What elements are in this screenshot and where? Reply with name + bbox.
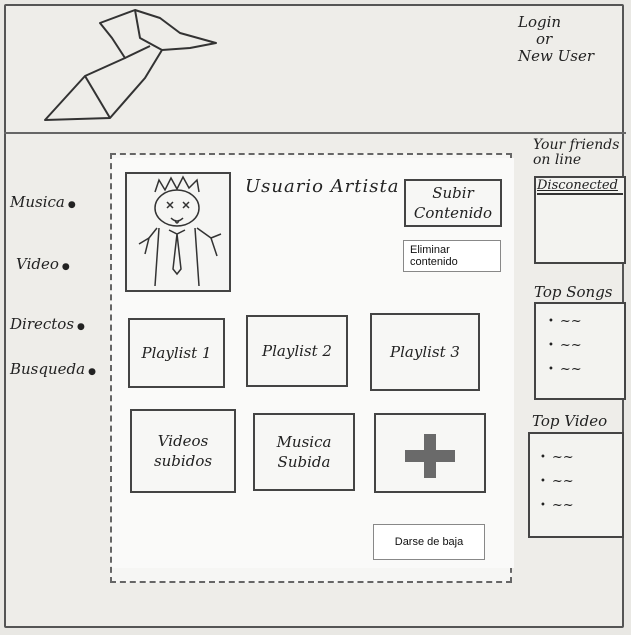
delete-content-button[interactable]: Eliminar contenido [403,240,501,272]
login-link[interactable]: Login [518,14,618,31]
upload-content-label: Subir Contenido [413,184,493,222]
nav-item-video[interactable]: Video ● [16,255,112,273]
tile-label: Musica Subida [276,433,332,471]
nav-item-directos[interactable]: Directos ● [10,315,106,333]
list-item[interactable]: • ~~ [540,470,574,494]
nav-item-label: Video [16,255,59,273]
top-songs-title: Top Songs [534,283,613,301]
list-item[interactable]: • ~~ [548,334,582,358]
list-item[interactable]: • ~~ [540,446,574,470]
scribble-text: ~~ [559,314,582,329]
header-divider [4,132,626,134]
scribble-text: ~~ [559,338,582,353]
list-item[interactable]: • ~~ [540,494,574,518]
scribble-text: ~~ [559,362,582,377]
bullet-arrow-icon: ● [77,322,85,332]
new-user-link[interactable]: New User [518,48,618,65]
bullet-icon: • [548,340,554,351]
tile-label: Playlist 3 [390,343,460,361]
nav-item-label: Directos [10,315,75,333]
tile-label: Videos subidos [153,432,213,470]
scribble-text: ~~ [551,474,574,489]
list-item[interactable]: • ~~ [548,358,582,382]
bullet-arrow-icon: ● [88,367,96,377]
nav-item-label: Busqueda [10,360,86,378]
playlist-1-tile[interactable]: Playlist 1 [128,318,225,388]
list-item[interactable]: • ~~ [548,310,582,334]
playlist-3-tile[interactable]: Playlist 3 [370,313,480,391]
bird-logo-icon[interactable] [40,8,220,128]
top-video-list: • ~~ • ~~ • ~~ [540,446,574,518]
bullet-icon: • [540,476,546,487]
nav-item-musica[interactable]: Musica ● [10,193,106,211]
unsubscribe-button[interactable]: Darse de baja [373,524,485,560]
unsubscribe-label: Darse de baja [394,536,464,548]
auth-links: Login or New User [518,14,618,65]
top-video-title: Top Video [532,412,608,430]
scribble-text: ~~ [551,450,574,465]
uploaded-music-tile[interactable]: Musica Subida [253,413,355,491]
plus-icon [405,434,455,478]
page-title: Usuario Artista [245,176,400,197]
bullet-arrow-icon: ● [61,262,70,272]
upload-content-button[interactable]: Subir Contenido [404,179,502,227]
cartoon-avatar-icon [138,175,222,287]
friends-online-title: Your friends on line [533,137,620,168]
or-label: or [536,30,553,48]
bullet-icon: • [540,500,546,511]
nav-item-busqueda[interactable]: Busqueda ● [10,360,106,378]
scribble-text: ~~ [551,498,574,513]
tile-label: Playlist 2 [262,342,332,360]
top-songs-list: • ~~ • ~~ • ~~ [548,310,582,382]
uploaded-videos-tile[interactable]: Videos subidos [130,409,236,493]
nav-item-label: Musica [10,193,65,211]
artist-avatar [125,172,231,292]
bullet-icon: • [540,452,546,463]
tile-label: Playlist 1 [141,344,212,362]
playlist-2-tile[interactable]: Playlist 2 [246,315,348,387]
bullet-icon: • [548,364,554,375]
delete-content-label: Eliminar contenido [410,244,458,268]
bullet-icon: • [548,316,554,327]
friends-status: Disconected [537,178,623,195]
bullet-arrow-icon: ● [67,200,76,210]
